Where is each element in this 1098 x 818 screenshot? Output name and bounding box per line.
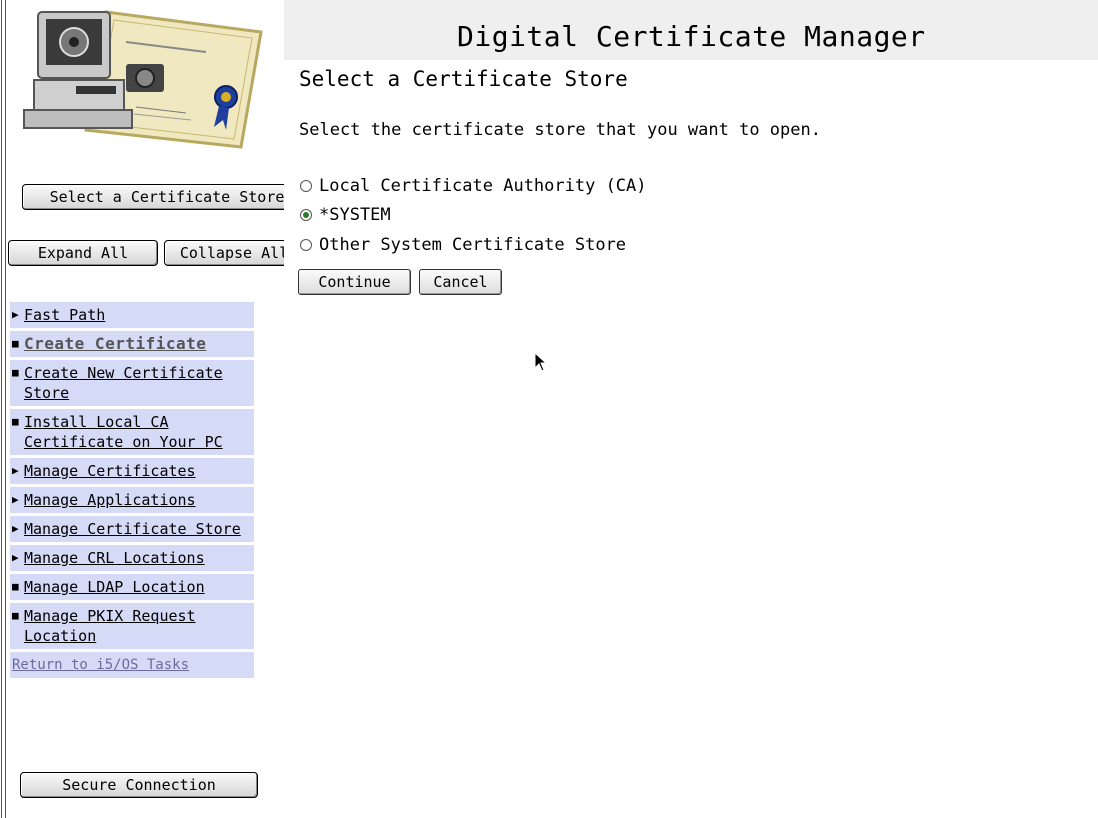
task-label[interactable]: Manage CRL Locations [24, 548, 205, 568]
expand-arrow-icon: ▶ [12, 522, 19, 535]
radio-button[interactable] [300, 239, 312, 251]
expand-arrow-icon: ▶ [12, 551, 19, 564]
expand-arrow-icon: ▶ [12, 464, 19, 477]
radio-button-selected[interactable] [300, 209, 312, 221]
task-label[interactable]: Manage Certificates [24, 461, 196, 481]
square-bullet-icon: ■ [12, 337, 19, 350]
square-bullet-icon: ■ [12, 580, 19, 593]
expand-all-button[interactable]: Expand All [8, 240, 158, 266]
navigation-pane: Select a Certificate Store Expand All Co… [8, 0, 284, 818]
task-label[interactable]: Create Certificate [24, 334, 206, 354]
app-title: Digital Certificate Manager [457, 20, 926, 53]
dcm-logo-image [23, 10, 263, 149]
select-certificate-store-button[interactable]: Select a Certificate Store [22, 184, 284, 210]
window-frame [1, 0, 2, 818]
radio-option-other-store[interactable]: Other System Certificate Store [300, 233, 626, 257]
task-manage-certificate-store[interactable]: ▶ Manage Certificate Store [10, 516, 254, 542]
mouse-pointer-icon [534, 352, 548, 372]
task-manage-pkix-request-location[interactable]: ■ Manage PKIX Request Location [10, 603, 254, 649]
task-manage-crl-locations[interactable]: ▶ Manage CRL Locations [10, 545, 254, 571]
task-create-certificate[interactable]: ■ Create Certificate [10, 331, 254, 357]
radio-option-local-ca[interactable]: Local Certificate Authority (CA) [300, 174, 647, 198]
task-manage-certificates[interactable]: ▶ Manage Certificates [10, 458, 254, 484]
task-label[interactable]: Fast Path [24, 305, 105, 325]
collapse-all-button[interactable]: Collapse All [164, 240, 284, 266]
square-bullet-icon: ■ [12, 609, 19, 622]
task-install-local-ca-certificate[interactable]: ■ Install Local CA Certificate on Your P… [10, 409, 254, 455]
task-label[interactable]: Manage LDAP Location [24, 577, 205, 597]
window-frame-inner [5, 0, 6, 818]
expand-arrow-icon: ▶ [12, 493, 19, 506]
radio-label: Other System Certificate Store [319, 235, 627, 255]
instructions-text: Select the certificate store that you wa… [299, 120, 821, 140]
square-bullet-icon: ■ [12, 366, 19, 379]
task-fast-path[interactable]: ▶ Fast Path [10, 302, 254, 328]
task-list: ▶ Fast Path ■ Create Certificate ■ Creat… [10, 302, 254, 678]
task-label[interactable]: Create New Certificate Store [24, 363, 252, 403]
radio-label: *SYSTEM [319, 205, 391, 225]
return-to-tasks-link[interactable]: Return to i5/OS Tasks [10, 652, 254, 678]
cancel-button[interactable]: Cancel [419, 269, 502, 295]
task-manage-ldap-location[interactable]: ■ Manage LDAP Location [10, 574, 254, 600]
expand-arrow-icon: ▶ [12, 308, 19, 321]
task-manage-applications[interactable]: ▶ Manage Applications [10, 487, 254, 513]
header-bar: Digital Certificate Manager [284, 0, 1098, 60]
task-label[interactable]: Manage Certificate Store [24, 519, 241, 539]
page-heading: Select a Certificate Store [299, 67, 628, 91]
task-label[interactable]: Install Local CA Certificate on Your PC [24, 412, 252, 452]
radio-option-system[interactable]: *SYSTEM [300, 203, 391, 227]
radio-button[interactable] [300, 180, 312, 192]
main-content: Digital Certificate Manager Select a Cer… [284, 0, 1098, 818]
task-create-new-certificate-store[interactable]: ■ Create New Certificate Store [10, 360, 254, 406]
square-bullet-icon: ■ [12, 415, 19, 428]
radio-label: Local Certificate Authority (CA) [319, 176, 647, 196]
secure-connection-button[interactable]: Secure Connection [20, 772, 258, 798]
task-label[interactable]: Manage PKIX Request Location [24, 606, 252, 646]
task-label[interactable]: Manage Applications [24, 490, 196, 510]
continue-button[interactable]: Continue [298, 269, 411, 295]
